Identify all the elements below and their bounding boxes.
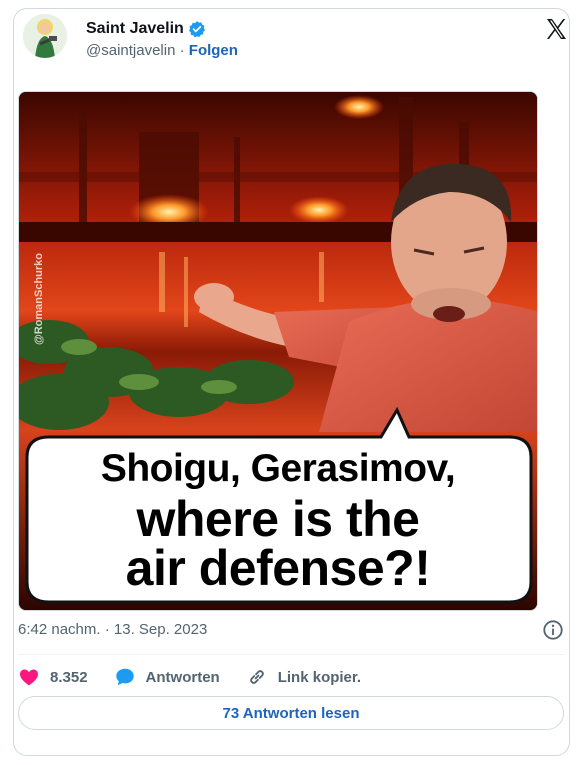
tweet-media-image[interactable]: @RomanSchurko Shoigu, Gerasimov, where i… (18, 91, 538, 611)
copy-link-label: Link kopier. (277, 668, 362, 686)
action-bar: 8.352 Antworten Link kopier. (18, 663, 387, 691)
author-name-row[interactable]: Saint Javelin (86, 20, 206, 38)
divider (18, 654, 564, 655)
reply-bubble-icon (115, 668, 134, 686)
speech-line-3: air defense?! (125, 540, 431, 596)
like-button[interactable]: 8.352 (18, 666, 88, 688)
speech-line-1: Shoigu, Gerasimov, (100, 447, 456, 490)
heart-icon (20, 669, 38, 686)
tweet-timestamp[interactable]: 6:42 nachm. · 13. Sep. 2023 (18, 621, 207, 638)
handle-row: @saintjavelin · Folgen (86, 42, 238, 59)
author-handle[interactable]: @saintjavelin (86, 42, 175, 59)
author-name[interactable]: Saint Javelin (86, 20, 184, 38)
follow-link[interactable]: Folgen (189, 42, 238, 59)
info-icon[interactable] (542, 619, 564, 641)
link-icon (249, 670, 264, 684)
read-replies-button[interactable]: 73 Antworten lesen (18, 696, 564, 730)
image-watermark: @RomanSchurko (33, 252, 45, 346)
x-logo-icon[interactable] (544, 17, 568, 41)
reply-label: Antworten (145, 668, 220, 686)
copy-link-button[interactable]: Link kopier. (246, 666, 361, 688)
likes-count: 8.352 (50, 668, 88, 686)
verified-badge-icon (188, 20, 206, 38)
reply-button[interactable]: Antworten (114, 666, 220, 688)
read-replies-label: 73 Antworten lesen (222, 704, 360, 722)
separator: · (175, 42, 189, 59)
avatar[interactable] (23, 14, 67, 58)
